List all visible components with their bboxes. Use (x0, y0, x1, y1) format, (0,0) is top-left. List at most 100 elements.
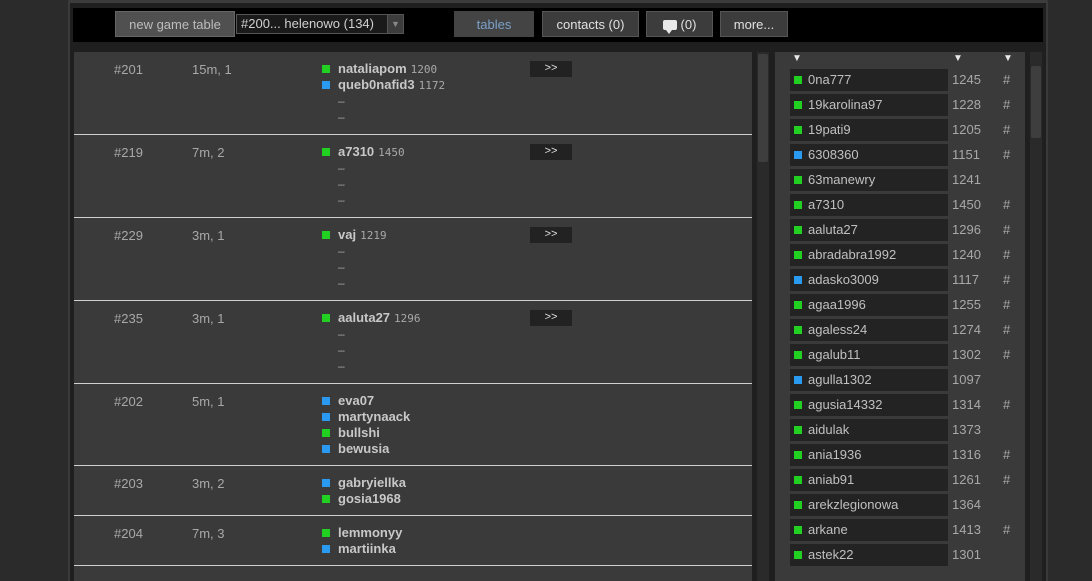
user-table-link[interactable]: # (1003, 197, 1010, 212)
user-name: arkane (808, 522, 848, 537)
table-player[interactable]: gosia1968 (322, 491, 406, 507)
join-table-button[interactable]: >> (530, 61, 572, 77)
tab-tables[interactable]: tables (454, 11, 534, 37)
user-name-button[interactable]: agulla1302 (790, 369, 948, 391)
status-dot-icon (322, 495, 330, 503)
user-name-button[interactable]: aniab91 (790, 469, 948, 491)
user-table-link[interactable]: # (1003, 222, 1010, 237)
chat-bubble-icon (662, 20, 677, 34)
user-name: 6308360 (808, 147, 859, 162)
user-name-button[interactable]: agalub11 (790, 344, 948, 366)
user-name-button[interactable]: a7310 (790, 194, 948, 216)
user-table-link[interactable]: # (1003, 447, 1010, 462)
user-name-button[interactable]: 19karolina97 (790, 94, 948, 116)
status-dot-icon (322, 81, 330, 89)
new-game-table-button[interactable]: new game table (115, 11, 235, 37)
table-row[interactable]: #201 15m, 1 nataliapom 1200 queb0nafid3 1172–… (74, 52, 752, 135)
table-player[interactable]: martiinka (322, 541, 402, 557)
table-player[interactable]: eva07 (322, 393, 410, 409)
user-name-button[interactable]: arkane (790, 519, 948, 541)
user-table-link[interactable]: # (1003, 147, 1010, 162)
user-table-link[interactable]: # (1003, 97, 1010, 112)
room-select[interactable]: #200... helenowo (134) ▼ (236, 14, 404, 34)
user-table-link[interactable]: # (1003, 297, 1010, 312)
tables-scroll-thumb[interactable] (758, 54, 768, 162)
user-row: adasko3009 1117 # (775, 268, 1025, 293)
user-name-button[interactable]: aidulak (790, 419, 948, 441)
user-name-button[interactable]: agaa1996 (790, 294, 948, 316)
user-table-link[interactable]: # (1003, 322, 1010, 337)
player-rating: 1172 (418, 79, 446, 92)
user-name-button[interactable]: abradabra1992 (790, 244, 948, 266)
user-name-button[interactable]: astek22 (790, 544, 948, 566)
tables-list: #201 15m, 1 nataliapom 1200 queb0nafid3 1172–… (74, 52, 752, 581)
table-player[interactable]: queb0nafid3 1172 (322, 77, 445, 93)
user-row: aidulak 1373 (775, 418, 1025, 443)
user-row: 0na777 1245 # (775, 68, 1025, 93)
user-table-link[interactable]: # (1003, 247, 1010, 262)
table-player[interactable]: lemmonyy (322, 525, 402, 541)
user-name: aaluta27 (808, 222, 858, 237)
table-player[interactable]: martynaack (322, 409, 410, 425)
user-table-link[interactable]: # (1003, 472, 1010, 487)
status-dot-icon (794, 526, 802, 534)
tables-scrollbar[interactable] (757, 52, 769, 581)
users-scrollbar[interactable] (1030, 52, 1042, 581)
user-row: 19pati9 1205 # (775, 118, 1025, 143)
user-name-button[interactable]: 0na777 (790, 69, 948, 91)
user-name-button[interactable]: agusia14332 (790, 394, 948, 416)
table-player[interactable]: bewusia (322, 441, 410, 457)
join-table-button[interactable]: >> (530, 310, 572, 326)
user-table-link[interactable]: # (1003, 72, 1010, 87)
status-dot-icon (794, 551, 802, 559)
table-row[interactable]: #219 7m, 2 a7310 1450– – – >> (74, 135, 752, 218)
table-player[interactable]: gabryiellka (322, 475, 406, 491)
table-row[interactable]: #203 3m, 2 gabryiellka gosia1968 (74, 466, 752, 516)
user-row: agalub11 1302 # (775, 343, 1025, 368)
status-dot-icon (322, 413, 330, 421)
contacts-button[interactable]: contacts (0) (542, 11, 639, 37)
chevron-down-icon[interactable]: ▼ (387, 15, 403, 33)
user-name-button[interactable]: adasko3009 (790, 269, 948, 291)
user-name: 19pati9 (808, 122, 851, 137)
user-table-link[interactable]: # (1003, 522, 1010, 537)
user-rating: 1255 (952, 297, 981, 312)
table-row[interactable]: #235 3m, 1 aaluta27 1296– – – >> (74, 301, 752, 384)
user-name-button[interactable]: 19pati9 (790, 119, 948, 141)
join-table-button[interactable]: >> (530, 227, 572, 243)
status-dot-icon (322, 397, 330, 405)
empty-seat: – (338, 94, 345, 108)
user-table-link[interactable]: # (1003, 347, 1010, 362)
table-player[interactable]: aaluta27 1296 (322, 310, 421, 326)
user-name-button[interactable]: 6308360 (790, 144, 948, 166)
user-table-link[interactable]: # (1003, 397, 1010, 412)
table-id: #204 (114, 526, 143, 541)
user-table-link[interactable]: # (1003, 272, 1010, 287)
table-player[interactable]: bullshi (322, 425, 410, 441)
sort-name-icon[interactable]: ▼ (792, 53, 802, 64)
user-name-button[interactable]: ania1936 (790, 444, 948, 466)
users-scroll-thumb[interactable] (1031, 66, 1041, 138)
join-table-button[interactable]: >> (530, 144, 572, 160)
player-rating: 1219 (360, 229, 387, 242)
sort-hash-icon[interactable]: ▼ (1003, 53, 1013, 64)
more-button[interactable]: more... (720, 11, 788, 37)
player-name: nataliapom (338, 61, 407, 76)
status-dot-icon (794, 126, 802, 134)
table-row[interactable]: #202 5m, 1 eva07 martynaack bullshi bewusia (74, 384, 752, 466)
table-player[interactable]: a7310 1450 (322, 144, 405, 160)
user-name-button[interactable]: agaless24 (790, 319, 948, 341)
sort-rating-icon[interactable]: ▼ (953, 53, 963, 64)
user-name-button[interactable]: 63manewry (790, 169, 948, 191)
user-name-button[interactable]: aaluta27 (790, 219, 948, 241)
messages-button[interactable]: (0) (646, 11, 713, 37)
table-player[interactable]: nataliapom 1200 (322, 61, 445, 77)
table-player[interactable]: vaj 1219 (322, 227, 387, 243)
users-header: ▼ ▼ ▼ (775, 52, 1025, 68)
table-row[interactable]: #229 3m, 1 vaj 1219– – – >> (74, 218, 752, 301)
user-table-link[interactable]: # (1003, 122, 1010, 137)
user-name-button[interactable]: arekzlegionowa (790, 494, 948, 516)
table-id: #235 (114, 311, 143, 326)
table-row[interactable]: #204 7m, 3 lemmonyy martiinka (74, 516, 752, 566)
user-rating: 1302 (952, 347, 981, 362)
